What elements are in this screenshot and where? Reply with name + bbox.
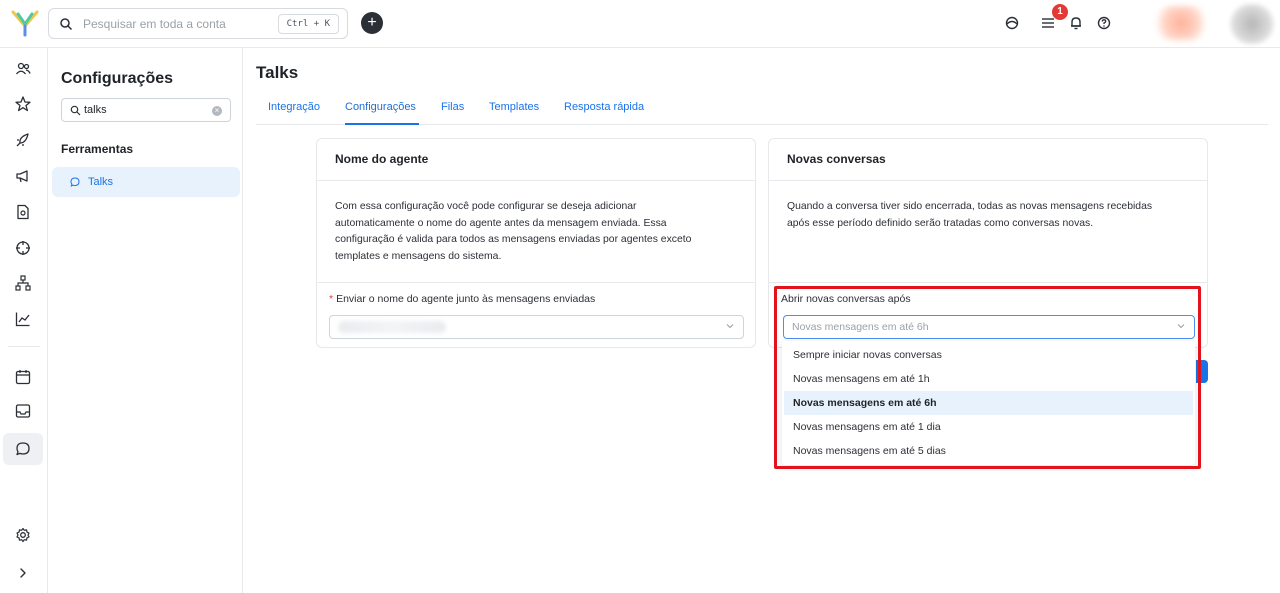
dropdown-option[interactable]: Sempre iniciar novas conversas xyxy=(784,343,1193,367)
option-label: Novas mensagens em até 6h xyxy=(793,397,937,409)
chat-icon[interactable] xyxy=(14,440,32,458)
card-divider xyxy=(317,282,755,283)
card-header: Novas conversas xyxy=(769,139,1207,181)
help-icon[interactable] xyxy=(1096,15,1112,31)
card-description: Quando a conversa tiver sido encerrada, … xyxy=(787,199,1152,232)
new-conversations-card: Novas conversas Quando a conversa tiver … xyxy=(768,138,1208,348)
description-line: templates e mensagens do sistema. xyxy=(335,250,502,262)
left-rail xyxy=(0,48,48,593)
logo-icon[interactable] xyxy=(10,8,40,38)
agent-name-card: Nome do agente Com essa configuração voc… xyxy=(316,138,756,348)
document-icon[interactable] xyxy=(14,203,32,221)
settings-search-value: talks xyxy=(84,104,107,116)
agent-name-select[interactable] xyxy=(329,315,744,339)
agent-name-field-label: * Enviar o nome do agente junto às mensag… xyxy=(329,293,595,305)
top-bar: Pesquisar em toda a conta Ctrl + K + 1 xyxy=(0,0,1280,48)
rail-divider xyxy=(8,346,40,347)
sidebar-item-label: Talks xyxy=(88,176,114,188)
chart-line-icon[interactable] xyxy=(14,310,32,328)
dropdown-option[interactable]: Novas mensagens em até 1 dia xyxy=(784,415,1193,439)
tab-filas[interactable]: Filas xyxy=(441,101,464,113)
chat-icon xyxy=(70,177,80,187)
tab-configuracoes[interactable]: Configurações xyxy=(345,101,416,113)
rocket-icon[interactable] xyxy=(14,131,32,149)
new-conversations-select[interactable]: Novas mensagens em até 6h xyxy=(783,315,1195,339)
select-value: Novas mensagens em até 6h xyxy=(792,321,929,333)
tab-templates[interactable]: Templates xyxy=(489,101,539,113)
save-button[interactable] xyxy=(1196,360,1208,383)
settings-icon[interactable] xyxy=(14,526,32,544)
avatar[interactable] xyxy=(1230,4,1274,44)
sidebar-item-talks[interactable]: Talks xyxy=(52,167,240,197)
field-label-text: Enviar o nome do agente junto às mensage… xyxy=(336,293,596,305)
option-label: Novas mensagens em até 5 dias xyxy=(793,445,946,457)
search-icon xyxy=(60,18,73,31)
settings-sidebar: Configurações talks × Ferramentas Talks xyxy=(49,48,243,593)
support-agent-icon[interactable] xyxy=(1004,15,1020,31)
description-line: configuração é valida para todos as mens… xyxy=(335,234,692,245)
settings-search-input[interactable]: talks × xyxy=(61,98,231,122)
card-header: Nome do agente xyxy=(317,139,755,181)
bell-icon[interactable] xyxy=(1068,15,1084,31)
card-title: Novas conversas xyxy=(787,152,886,166)
tab-resposta-rapida[interactable]: Resposta rápida xyxy=(564,101,644,113)
star-icon[interactable] xyxy=(14,95,32,113)
workspace-switcher[interactable] xyxy=(1154,6,1208,40)
description-line: após esse período definido serão tratada… xyxy=(787,217,1094,229)
add-button[interactable]: + xyxy=(361,12,383,34)
description-line: Com essa configuração você pode configur… xyxy=(335,201,637,212)
card-divider xyxy=(769,282,1207,283)
chevron-down-icon xyxy=(1177,324,1185,329)
dropdown-option[interactable]: Novas mensagens em até 5 dias xyxy=(784,439,1193,463)
option-label: Novas mensagens em até 1 dia xyxy=(793,421,941,433)
chevron-right-icon[interactable] xyxy=(14,564,32,582)
contacts-icon[interactable] xyxy=(14,60,32,78)
sidebar-title: Configurações xyxy=(61,70,174,87)
clear-search-icon[interactable]: × xyxy=(212,106,222,116)
dropdown-option[interactable]: Novas mensagens em até 1h xyxy=(784,367,1193,391)
search-shortcut: Ctrl + K xyxy=(277,14,339,34)
search-icon xyxy=(70,105,81,116)
required-mark: * xyxy=(329,293,334,305)
option-label: Sempre iniciar novas conversas xyxy=(793,349,942,361)
new-conversations-field-label: Abrir novas conversas após xyxy=(781,293,911,305)
sidebar-section-title: Ferramentas xyxy=(61,142,134,156)
page-title: Talks xyxy=(256,63,299,82)
new-conversations-dropdown: Sempre iniciar novas conversas Novas men… xyxy=(782,341,1195,465)
tab-integracao[interactable]: Integração xyxy=(268,101,320,113)
chevron-down-icon xyxy=(726,324,734,329)
description-line: automaticamente o nome do agente antes d… xyxy=(335,217,667,229)
description-line: Quando a conversa tiver sido encerrada, … xyxy=(787,201,1153,212)
card-title: Nome do agente xyxy=(335,152,429,166)
tabs-bar: Integração Configurações Filas Templates… xyxy=(256,94,1268,125)
notification-badge: 1 xyxy=(1052,4,1068,20)
global-search[interactable]: Pesquisar em toda a conta Ctrl + K xyxy=(48,8,348,39)
org-chart-icon[interactable] xyxy=(14,274,32,292)
search-placeholder: Pesquisar em toda a conta xyxy=(83,17,226,31)
option-label: Novas mensagens em até 1h xyxy=(793,373,930,385)
megaphone-icon[interactable] xyxy=(14,167,32,185)
inbox-icon[interactable] xyxy=(14,402,32,420)
active-tab-indicator xyxy=(345,123,419,125)
calendar-icon[interactable] xyxy=(14,368,32,386)
dropdown-option-selected[interactable]: Novas mensagens em até 6h xyxy=(784,391,1193,415)
redacted-value xyxy=(338,321,446,333)
crosshair-icon[interactable] xyxy=(14,239,32,257)
card-description: Com essa configuração você pode configur… xyxy=(335,199,691,265)
